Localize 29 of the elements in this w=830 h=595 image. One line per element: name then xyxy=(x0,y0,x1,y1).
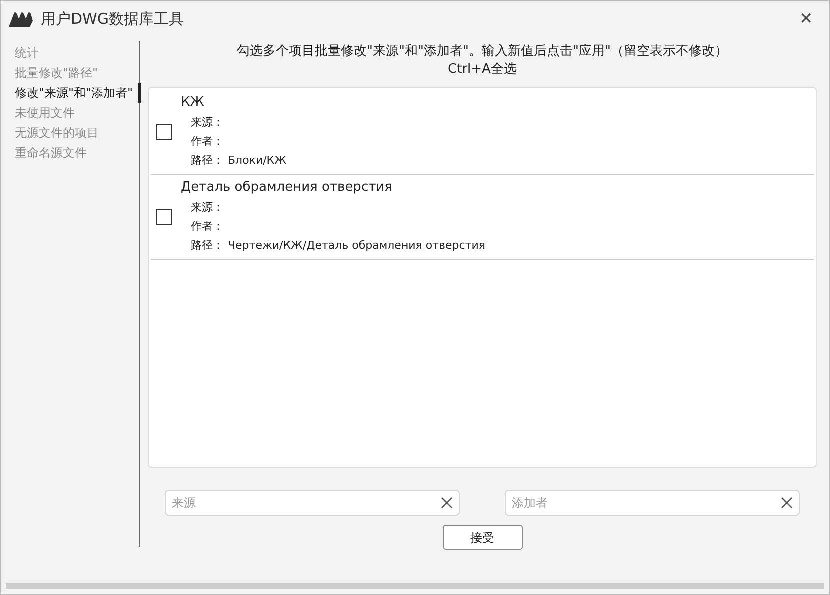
instruction-text: 勾选多个项目批量修改"来源"和"添加者"。输入新值后点击"应用"（留空表示不修改） xyxy=(237,43,728,61)
field-label: 来源： xyxy=(191,200,224,216)
close-button[interactable]: ✕ xyxy=(792,7,821,31)
checkbox[interactable] xyxy=(156,124,172,140)
apply-button[interactable]: 接受 xyxy=(442,525,522,550)
window-title: 用户DWG数据库工具 xyxy=(41,8,184,30)
input-field[interactable]: 添加者 xyxy=(505,490,800,516)
item-name: Деталь обрамления отверстия xyxy=(181,179,394,197)
item-name: КЖ xyxy=(181,94,206,112)
instruction-text: Ctrl+A全选 xyxy=(448,61,517,79)
logo-icon xyxy=(9,11,33,27)
field-label: 作者： xyxy=(191,134,224,150)
field-label: 来源： xyxy=(191,115,224,132)
field-value: Блоки/КЖ xyxy=(228,153,286,170)
field-value: Чертежи/КЖ/Деталь обрамления отверстия xyxy=(228,238,486,254)
checkbox[interactable] xyxy=(156,209,172,225)
field-label: 路径： xyxy=(191,238,224,254)
sidebar-item[interactable]: 未使用文件 xyxy=(1,103,139,123)
sidebar-item[interactable]: 重命名源文件 xyxy=(1,143,139,163)
sidebar-item[interactable]: 无源文件的项目 xyxy=(1,123,139,143)
field-label: 路径： xyxy=(191,153,224,170)
sidebar-item[interactable]: 修改"来源"和"添加者" xyxy=(1,83,141,103)
clear-icon[interactable] xyxy=(440,496,454,510)
scroll-bar[interactable] xyxy=(6,583,824,589)
clear-icon[interactable] xyxy=(780,496,794,510)
field-label: 作者： xyxy=(191,219,224,236)
sidebar-item[interactable]: 统计 xyxy=(1,43,139,63)
input-field[interactable]: 来源 xyxy=(165,490,460,516)
sidebar-item[interactable]: 批量修改"路径" xyxy=(1,63,139,83)
